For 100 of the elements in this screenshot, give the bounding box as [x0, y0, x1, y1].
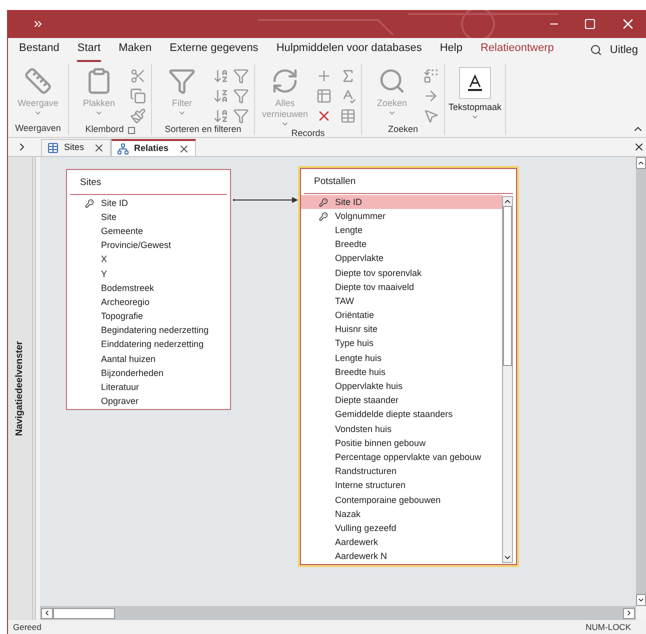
field-row[interactable]: Bijzonderheden	[67, 366, 230, 381]
field-row[interactable]: Site ID	[301, 195, 502, 210]
field-row[interactable]: Aardewerk N	[301, 550, 502, 564]
status-text: Gereed	[13, 620, 42, 634]
menu-tab[interactable]: Externe gegevens	[170, 40, 258, 62]
field-name: Bodemstreek	[101, 282, 154, 295]
field-row[interactable]: Diepte tov sporenvlak	[301, 266, 502, 280]
field-row[interactable]: Nazak	[301, 507, 502, 522]
new-record-icon[interactable]	[316, 68, 332, 84]
field-row[interactable]: Vulling gezeefd	[301, 522, 502, 536]
filter-icon[interactable]	[233, 68, 249, 84]
field-name: Type huis	[335, 337, 374, 350]
field-row[interactable]: Diepte tov maaiveld	[301, 280, 502, 295]
field-row[interactable]: Site ID	[67, 196, 230, 210]
caret-icon	[281, 120, 289, 128]
field-row[interactable]: TAW	[301, 294, 502, 309]
field-row[interactable]: Randstructuren	[301, 464, 502, 479]
ribbon-label: Alles vernieuwen	[260, 98, 310, 120]
filter-icon[interactable]	[233, 108, 249, 124]
table-box[interactable]	[300, 168, 517, 566]
filter-icon[interactable]	[233, 88, 249, 104]
scroll-thumb[interactable]	[503, 206, 512, 366]
table-title: Sites	[70, 170, 227, 196]
menu-tab[interactable]: Start	[77, 40, 101, 62]
quick-access-icon[interactable]	[32, 18, 44, 30]
tell-me-link[interactable]: Uitleg	[610, 42, 638, 62]
field-row[interactable]: Type huis	[301, 337, 502, 352]
ribbon-button[interactable]: Tekstopmaak	[450, 64, 500, 123]
sort-ascending-icon[interactable]	[213, 68, 229, 84]
document-tab[interactable]: Sites	[41, 139, 112, 156]
navigation-pane[interactable]: Navigatiedeelvenster	[8, 157, 36, 620]
vertical-scrollbar[interactable]	[636, 157, 646, 606]
field-row[interactable]: Bodemstreek	[67, 281, 230, 296]
arrow-icon[interactable]	[423, 88, 439, 104]
scissors-icon[interactable]	[130, 68, 146, 84]
field-name: Diepte tov maaiveld	[335, 280, 414, 294]
table-title: Potstallen	[304, 169, 513, 194]
horizontal-scrollbar[interactable]	[40, 606, 636, 620]
document-tab[interactable]: Relaties	[111, 139, 196, 156]
menu-tab[interactable]: Hulpmiddelen voor databases	[276, 40, 422, 62]
scroll-thumb[interactable]	[53, 608, 115, 618]
scrollbar[interactable]	[502, 196, 513, 564]
field-row[interactable]: Gemeente	[67, 224, 230, 239]
field-row[interactable]: Literatuur	[67, 380, 230, 395]
menu-tab[interactable]: Help	[440, 40, 462, 62]
table-box[interactable]: Sites Site ID Site Gemeente Provincie/Gewest X Y Bodemstreek Archeoregio Topografie Begindatering nederzetting Einddatering nederzetting Aantal huizen Bijzonderheden Literatuur Opgraver	[66, 169, 231, 410]
field-row[interactable]: Oppervlakte huis	[301, 380, 502, 394]
field-row[interactable]: Aantal huizen	[67, 352, 230, 366]
field-name: Randstructuren	[335, 465, 397, 478]
field-row[interactable]: Breedte	[301, 238, 502, 252]
menu-tab[interactable]: Maken	[118, 40, 152, 62]
replace-icon[interactable]	[423, 68, 439, 84]
table-icon[interactable]	[340, 108, 356, 124]
group-label: Zoeken	[388, 123, 418, 136]
field-row[interactable]: Positie binnen gebouw	[301, 436, 502, 451]
field-row[interactable]: Gemiddelde diepte staanders	[301, 408, 502, 422]
menu-tab[interactable]: Bestand	[19, 40, 60, 62]
field-row[interactable]: Oppervlakte	[301, 252, 502, 266]
group-label: Weergaven	[15, 122, 61, 136]
copy-icon[interactable]	[130, 88, 146, 104]
field-row[interactable]: Begindatering nederzetting	[67, 324, 230, 338]
menu-tab[interactable]: Relatieontwerp	[480, 40, 554, 62]
field-row[interactable]: Einddatering nederzetting	[67, 338, 230, 352]
maximize-icon[interactable]	[584, 18, 596, 30]
field-row[interactable]: Volgnummer	[301, 209, 502, 224]
field-name: Percentage oppervlakte van gebouw	[335, 450, 482, 464]
close-icon[interactable]	[178, 142, 190, 154]
field-row[interactable]: Oriëntatie	[301, 308, 502, 323]
field-row[interactable]: Percentage oppervlakte van gebouw	[301, 450, 502, 465]
field-row[interactable]: Contemporaine gebouwen	[301, 493, 502, 508]
field-row[interactable]: Lengte	[301, 224, 502, 238]
paintbrush-icon[interactable]	[130, 108, 146, 124]
field-row[interactable]: Topografie	[67, 310, 230, 324]
field-row[interactable]: Archeoregio	[67, 296, 230, 310]
field-name: Archeoregio	[101, 296, 150, 309]
close-icon[interactable]	[93, 142, 106, 154]
tab-label: Relaties	[134, 142, 169, 155]
field-row[interactable]: Y	[67, 267, 230, 282]
caret-icon	[637, 159, 645, 167]
field-row[interactable]: Aardewerk	[301, 536, 502, 550]
field-row[interactable]: Opgraver	[67, 394, 230, 410]
field-row[interactable]: Huisnr site	[301, 322, 502, 338]
field-name: Aantal huizen	[101, 352, 156, 366]
field-name: Huisnr site	[335, 323, 378, 336]
field-row[interactable]: Breedte huis	[301, 366, 502, 380]
field-name: Opgraver	[101, 395, 139, 408]
field-name: Aardewerk	[335, 536, 378, 550]
sort-descending-icon[interactable]	[213, 88, 229, 104]
field-row[interactable]: Diepte staander	[301, 394, 502, 408]
dialog-launcher-icon[interactable]	[128, 126, 135, 134]
field-row[interactable]: Provincie/Gewest	[67, 238, 230, 253]
ribbon-label: Tekstopmaak	[448, 102, 502, 113]
field-row[interactable]: Lengte huis	[301, 351, 502, 366]
field-row[interactable]: Vondsten huis	[301, 422, 502, 436]
field-row[interactable]: Interne structuren	[301, 479, 502, 494]
ribbon-label: Weergave	[18, 98, 58, 109]
ruler-icon	[24, 67, 52, 95]
cursor-icon[interactable]	[423, 108, 439, 124]
field-row[interactable]: Site	[67, 210, 230, 225]
field-row[interactable]: X	[67, 253, 230, 268]
